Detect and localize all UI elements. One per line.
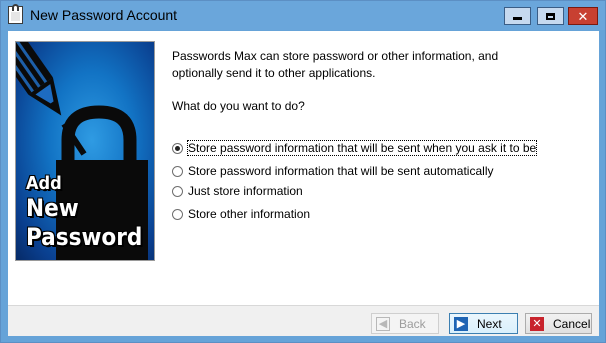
option-label[interactable]: Store password information that will be … <box>188 164 493 178</box>
cancel-x-icon: ✕ <box>530 316 544 331</box>
wizard-banner: Add New Password <box>15 41 155 261</box>
option-store-other[interactable]: Store other information <box>172 205 310 223</box>
radio-button-selected[interactable] <box>172 142 183 154</box>
banner-text-new: New <box>26 194 79 222</box>
banner-text-password: Password <box>26 223 143 251</box>
radio-button[interactable] <box>172 185 183 197</box>
next-button[interactable]: ▶ Next <box>449 313 518 334</box>
option-send-automatically[interactable]: Store password information that will be … <box>172 162 493 180</box>
option-label[interactable]: Just store information <box>188 184 303 198</box>
radio-button[interactable] <box>172 208 183 220</box>
back-button-label: Back <box>399 316 426 331</box>
dialog-window: New Password Account ✕ Add New Password … <box>0 0 606 343</box>
maximize-icon <box>546 12 555 20</box>
back-button[interactable]: ◀ Back <box>371 313 439 334</box>
title-bar[interactable]: New Password Account ✕ <box>1 1 605 30</box>
dialog-content: Add New Password Passwords Max can store… <box>8 31 599 336</box>
option-label[interactable]: Store password information that will be … <box>186 140 538 156</box>
cancel-button[interactable]: ✕ Cancel <box>525 313 592 334</box>
option-label[interactable]: Store other information <box>188 207 310 221</box>
close-button[interactable]: ✕ <box>568 7 598 25</box>
option-just-store[interactable]: Just store information <box>172 182 303 200</box>
radio-button[interactable] <box>172 165 183 177</box>
intro-text: Passwords Max can store password or othe… <box>172 48 498 82</box>
next-arrow-icon: ▶ <box>454 316 468 331</box>
banner-text-add: Add <box>26 173 62 194</box>
next-button-label: Next <box>477 316 502 331</box>
close-icon: ✕ <box>577 8 589 24</box>
intro-line-2: optionally send it to other applications… <box>172 66 376 80</box>
window-title: New Password Account <box>30 7 178 23</box>
option-send-when-asked[interactable]: Store password information that will be … <box>172 139 538 157</box>
question-label: What do you want to do? <box>172 99 305 113</box>
intro-line-1: Passwords Max can store password or othe… <box>172 49 499 63</box>
maximize-button[interactable] <box>537 7 564 25</box>
minimize-button[interactable] <box>504 7 531 25</box>
lock-app-icon <box>8 4 23 24</box>
back-arrow-icon: ◀ <box>376 316 390 331</box>
minimize-icon <box>513 17 522 20</box>
cancel-button-label: Cancel <box>553 316 591 331</box>
